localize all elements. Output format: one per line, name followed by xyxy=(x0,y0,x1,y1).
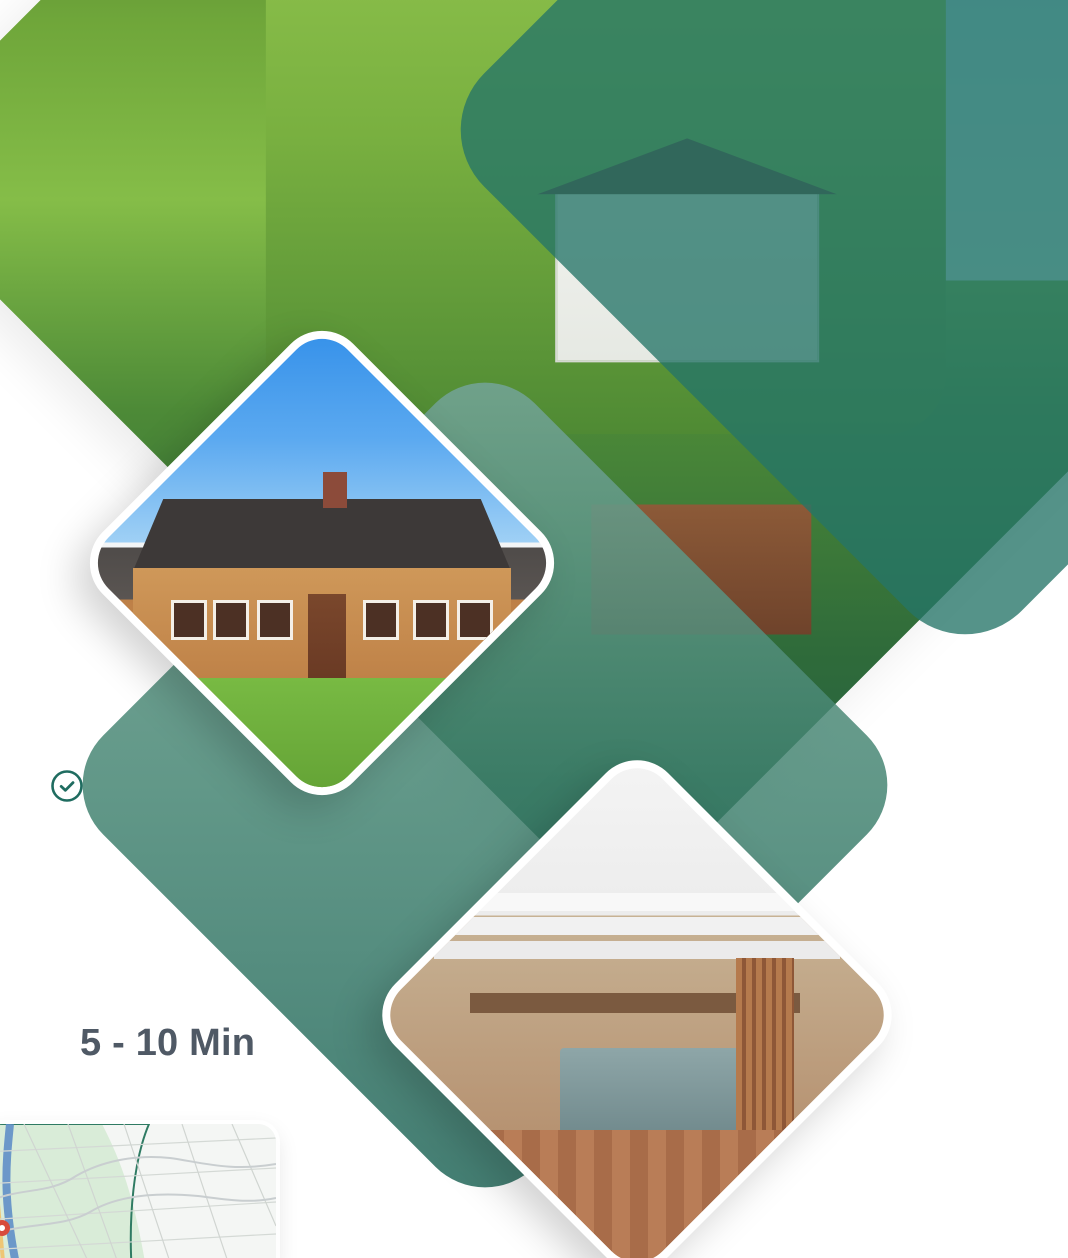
chalet-door xyxy=(308,594,346,678)
chalet-window xyxy=(413,600,449,640)
chalet-window xyxy=(257,600,293,640)
map-card[interactable] xyxy=(0,1124,276,1258)
workshop-ceiling xyxy=(434,893,840,911)
chalet-roof xyxy=(133,499,511,571)
workshop-machine xyxy=(560,1048,760,1138)
workshop-lumber xyxy=(736,958,794,1138)
chalet-window xyxy=(171,600,207,640)
chalet-window xyxy=(457,600,493,640)
page-root: 5 - 10 Min xyxy=(0,0,1068,1258)
chalet-chimney xyxy=(323,472,347,508)
chalet-window xyxy=(213,600,249,640)
check-circle-icon xyxy=(50,769,84,803)
chalet-window xyxy=(363,600,399,640)
travel-time-label: 5 - 10 Min xyxy=(80,1022,256,1064)
